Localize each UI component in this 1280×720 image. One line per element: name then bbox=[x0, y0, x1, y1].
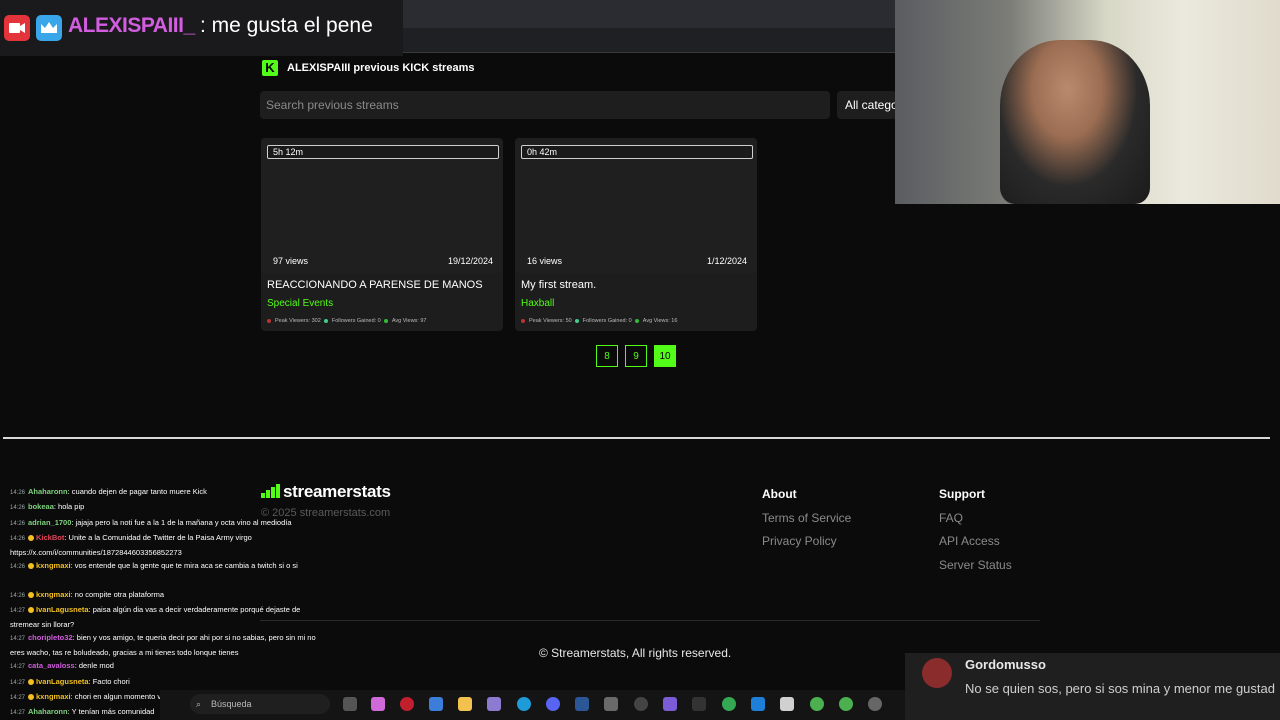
stream-category[interactable]: Haxball bbox=[521, 298, 554, 309]
stream-card[interactable]: 0h 42m 16 views 1/12/2024 My first strea… bbox=[515, 138, 757, 331]
chat-message: 14:27 IvanLagusneta: paisa algún dia vas … bbox=[10, 605, 301, 629]
privacy-link[interactable]: Privacy Policy bbox=[762, 534, 837, 548]
taskbar-search-label: Búsqueda bbox=[211, 699, 252, 709]
crown-icon bbox=[36, 15, 62, 41]
task-view-icon[interactable] bbox=[343, 697, 357, 711]
stream-title[interactable]: My first stream. bbox=[521, 279, 596, 291]
terminal-icon[interactable] bbox=[692, 697, 706, 711]
chat-message: 14:26 kxngmaxi: vos entende que la gente … bbox=[10, 561, 298, 570]
chat-message: 14:26 adrian_1700: jajaja pero la noti fu… bbox=[10, 518, 292, 527]
footer-divider bbox=[3, 437, 1270, 439]
browser-tab-strip[interactable] bbox=[403, 0, 895, 28]
notification-username: Gordomusso bbox=[965, 657, 1046, 672]
chrome-icon[interactable] bbox=[722, 697, 736, 711]
category-select[interactable]: All categories bbox=[837, 91, 897, 119]
avatar bbox=[922, 658, 952, 688]
faq-link[interactable]: FAQ bbox=[939, 511, 963, 525]
file-explorer-icon[interactable] bbox=[458, 697, 472, 711]
notepad-icon[interactable] bbox=[751, 697, 765, 711]
notification-message: No se quien sos, pero si sos mina y meno… bbox=[965, 681, 1275, 696]
chat-message: 14:26 kxngmaxi: no compite otra plataform… bbox=[10, 590, 165, 599]
app-icon[interactable] bbox=[780, 697, 794, 711]
pen-icon[interactable] bbox=[487, 697, 501, 711]
chat-message: 14:26 bokeaa: hola pip bbox=[10, 502, 85, 511]
camera-icon bbox=[4, 15, 30, 41]
chat-message: 14:26 KickBot: Unite a la Comunidad de Tw… bbox=[10, 533, 252, 557]
discord-icon[interactable] bbox=[546, 697, 560, 711]
chrome-icon[interactable] bbox=[839, 697, 853, 711]
page-button-10-active[interactable]: 10 bbox=[654, 345, 676, 367]
stream-date: 19/12/2024 bbox=[447, 256, 493, 266]
avg-views: Avg Views: 97 bbox=[391, 318, 427, 324]
badge-icon bbox=[28, 607, 35, 614]
chat-message: 14:27 IvanLagusneta: Facto chori bbox=[10, 677, 130, 686]
followers-icon bbox=[574, 318, 579, 323]
app-icon[interactable] bbox=[663, 697, 677, 711]
view-count: 16 views bbox=[527, 256, 563, 266]
browser-address-bar[interactable] bbox=[403, 28, 895, 53]
search-icon: ⌕ bbox=[196, 699, 202, 709]
webcam-person bbox=[1000, 40, 1150, 204]
stream-title[interactable]: REACCIONANDO A PARENSE DE MANOS bbox=[267, 279, 483, 291]
badge-icon bbox=[28, 694, 35, 701]
peak-viewers: Peak Viewers: 302 bbox=[275, 318, 321, 324]
chat-message: 14:26 Ahaharonn: cuando dejen de pagar ta… bbox=[10, 487, 207, 496]
footer-support-heading: Support bbox=[939, 487, 985, 501]
followers-gained: Followers Gained: 0 bbox=[582, 318, 632, 324]
overlay-message: : me gusta el pene bbox=[200, 14, 373, 37]
badge-icon bbox=[28, 592, 35, 599]
badge-icon bbox=[28, 563, 35, 570]
obs-icon[interactable] bbox=[634, 697, 648, 711]
app-icon[interactable] bbox=[604, 697, 618, 711]
stream-category[interactable]: Special Events bbox=[267, 298, 333, 309]
opera-icon[interactable] bbox=[400, 697, 414, 711]
search-placeholder: Search previous streams bbox=[266, 98, 399, 112]
store-icon[interactable] bbox=[429, 697, 443, 711]
peak-viewers: Peak Viewers: 50 bbox=[529, 318, 572, 324]
chat-overlay: 14:26 Ahaharonn: cuando dejen de pagar ta… bbox=[0, 482, 326, 720]
badge-icon bbox=[28, 535, 35, 542]
footer-bottom-divider bbox=[260, 620, 1040, 621]
vscode-icon[interactable] bbox=[575, 697, 589, 711]
badge-icon bbox=[28, 679, 35, 686]
followers-gained: Followers Gained: 0 bbox=[331, 318, 381, 324]
chat-message: 14:27 choripleto32: bien y vos amigo, te … bbox=[10, 633, 316, 657]
copilot-icon[interactable] bbox=[371, 697, 385, 711]
page-title: ALEXISPAIII previous KICK streams bbox=[287, 62, 475, 74]
avg-views-icon bbox=[634, 318, 639, 323]
stream-stats: Peak Viewers: 302 Followers Gained: 0 Av… bbox=[267, 318, 426, 324]
footer-rights: © Streamerstats, All rights reserved. bbox=[539, 646, 732, 660]
chrome-icon[interactable] bbox=[810, 697, 824, 711]
kick-logo-icon: K bbox=[262, 60, 278, 76]
footer-about-heading: About bbox=[762, 487, 797, 501]
followers-icon bbox=[323, 318, 328, 323]
terms-link[interactable]: Terms of Service bbox=[762, 511, 851, 525]
avg-views: Avg Views: 16 bbox=[642, 318, 678, 324]
duration-badge: 5h 12m bbox=[267, 145, 499, 159]
server-status-link[interactable]: Server Status bbox=[939, 558, 1012, 572]
api-access-link[interactable]: API Access bbox=[939, 534, 1000, 548]
duration-badge: 0h 42m bbox=[521, 145, 753, 159]
edge-icon[interactable] bbox=[517, 697, 531, 711]
avg-views-icon bbox=[383, 318, 388, 323]
category-select-label: All categories bbox=[845, 98, 897, 112]
settings-icon[interactable] bbox=[868, 697, 882, 711]
view-count: 97 views bbox=[273, 256, 309, 266]
stream-date: 1/12/2024 bbox=[706, 256, 747, 266]
stream-card[interactable]: 5h 12m 97 views 19/12/2024 REACCIONANDO … bbox=[261, 138, 503, 331]
page-button-8[interactable]: 8 bbox=[596, 345, 618, 367]
stream-stats: Peak Viewers: 50 Followers Gained: 0 Avg… bbox=[521, 318, 677, 324]
peak-viewers-icon bbox=[267, 318, 271, 323]
chat-message: 14:27 cata_avaloss: denle mod bbox=[10, 661, 114, 670]
peak-viewers-icon bbox=[521, 318, 525, 323]
page-button-9[interactable]: 9 bbox=[625, 345, 647, 367]
overlay-username: ALEXISPAIII_ bbox=[68, 14, 195, 37]
